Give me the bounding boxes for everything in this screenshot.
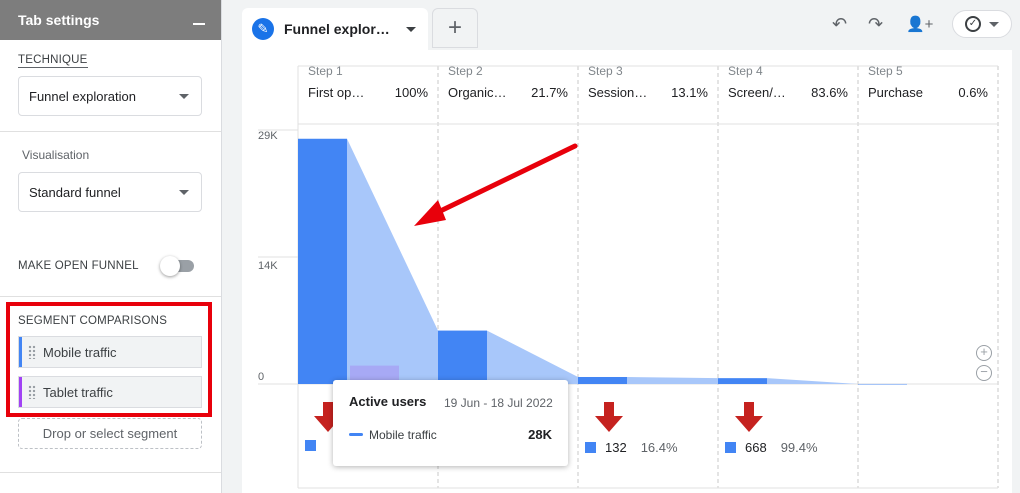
step-name: First op…: [308, 85, 365, 100]
panel-header: Tab settings: [0, 0, 221, 40]
annotation-arrow-icon: [427, 143, 578, 219]
y-tick-label: 14K: [258, 260, 278, 272]
step-header-5[interactable]: Step 5 Purchase 0.6%: [858, 64, 998, 100]
add-tab-button[interactable]: +: [432, 8, 478, 48]
bar-mobile: [438, 330, 487, 384]
chevron-down-icon: [989, 21, 999, 27]
tooltip-row: Mobile traffic 28K: [349, 427, 552, 442]
bar-mobile: [718, 378, 767, 384]
step-pct: 21.7%: [531, 85, 568, 100]
minimize-icon[interactable]: [193, 23, 205, 25]
bar-mobile: [298, 138, 347, 384]
chevron-down-icon[interactable]: [405, 26, 416, 32]
technique-value: Funnel exploration: [29, 88, 136, 104]
series-swatch: [585, 442, 596, 453]
step-number: Step 5: [868, 64, 903, 78]
series-swatch: [305, 440, 316, 451]
abandonment-arrow-icon[interactable]: [735, 402, 763, 432]
bar-mobile: [858, 383, 907, 385]
divider: [0, 296, 221, 297]
technique-select[interactable]: Funnel exploration: [18, 76, 202, 116]
y-tick-label: 0: [258, 371, 265, 383]
tooltip-value: 28K: [528, 427, 552, 442]
tab-funnel-exploration[interactable]: ✎ Funnel explor…: [242, 8, 428, 50]
step-number: Step 1: [308, 64, 343, 78]
funnel-chart-canvas: Step 1 First op… 100% Step 2 Organic… 21.7…: [242, 50, 1012, 493]
tab-settings-panel: Tab settings TECHNIQUE Funnel exploratio…: [0, 0, 222, 493]
zoom-in-icon[interactable]: +: [976, 345, 992, 361]
divider: [0, 131, 221, 132]
series-swatch: [725, 442, 736, 453]
annotation-arrowhead-icon: [414, 200, 446, 226]
step-rate: 16.4%: [640, 440, 678, 455]
open-funnel-toggle[interactable]: [160, 256, 194, 276]
step-name: Organic…: [448, 85, 507, 100]
chevron-down-icon: [179, 189, 189, 195]
step-value-1: [305, 440, 325, 451]
step-header-1[interactable]: Step 1 First op… 100%: [298, 64, 438, 100]
step-pct: 0.6%: [958, 85, 988, 100]
dropoff-area: [767, 378, 858, 384]
step-rate: 99.4%: [780, 440, 818, 455]
redo-icon[interactable]: ↷: [868, 14, 883, 35]
step-number: Step 4: [728, 64, 763, 78]
visualisation-value: Standard funnel: [29, 184, 121, 200]
series-line-swatch: [349, 433, 363, 436]
exploration-topbar: ✎ Funnel explor… + ↶ ↷ 👤+ ✓: [222, 0, 1020, 50]
step-pct: 83.6%: [811, 85, 848, 100]
divider: [0, 472, 221, 473]
hover-tooltip: Active users 19 Jun - 18 Jul 2022 Mobile…: [333, 380, 568, 466]
undo-icon[interactable]: ↶: [832, 14, 847, 35]
step-name: Purchase: [868, 85, 923, 100]
drop-segment-target[interactable]: Drop or select segment: [18, 418, 202, 449]
pencil-icon: ✎: [252, 18, 274, 40]
step-number: Step 3: [588, 64, 623, 78]
open-funnel-label: MAKE OPEN FUNNEL: [18, 260, 139, 272]
step-count: 668: [745, 440, 767, 455]
step-pct: 13.1%: [671, 85, 708, 100]
step-name: Session…: [588, 85, 648, 100]
visualisation-select[interactable]: Standard funnel: [18, 172, 202, 212]
dropoff-area: [627, 376, 718, 384]
step-value-3: 132 16.4%: [585, 440, 678, 455]
panel-title: Tab settings: [18, 12, 100, 28]
tab-label: Funnel explor…: [284, 21, 390, 37]
step-number: Step 2: [448, 64, 483, 78]
step-name: Screen/…: [728, 85, 786, 100]
step-header-4[interactable]: Step 4 Screen/… 83.6%: [718, 64, 858, 100]
step-value-4: 668 99.4%: [725, 440, 818, 455]
dropoff-area: [487, 330, 578, 384]
step-pct: 100%: [394, 85, 428, 100]
visualisation-label: Visualisation: [22, 148, 90, 162]
toggle-knob: [160, 256, 180, 276]
y-tick-label: 29K: [258, 130, 278, 142]
check-circle-icon: ✓: [965, 16, 981, 32]
chevron-down-icon: [179, 93, 189, 99]
status-dropdown-button[interactable]: ✓: [952, 10, 1012, 38]
abandonment-arrow-icon[interactable]: [595, 402, 623, 432]
dropoff-area: [347, 138, 438, 384]
technique-label: TECHNIQUE: [18, 54, 88, 68]
tooltip-date: 19 Jun - 18 Jul 2022: [444, 396, 553, 410]
tooltip-series: Mobile traffic: [369, 427, 437, 442]
step-count: 132: [605, 440, 627, 455]
app-root: Tab settings TECHNIQUE Funnel exploratio…: [0, 0, 1020, 493]
step-header-3[interactable]: Step 3 Session… 13.1%: [578, 64, 718, 100]
segment-highlight-box: [6, 302, 212, 417]
bar-mobile: [578, 376, 627, 384]
zoom-out-icon[interactable]: −: [976, 365, 992, 381]
share-user-icon[interactable]: 👤+: [906, 15, 933, 33]
step-header-2[interactable]: Step 2 Organic… 21.7%: [438, 64, 578, 100]
